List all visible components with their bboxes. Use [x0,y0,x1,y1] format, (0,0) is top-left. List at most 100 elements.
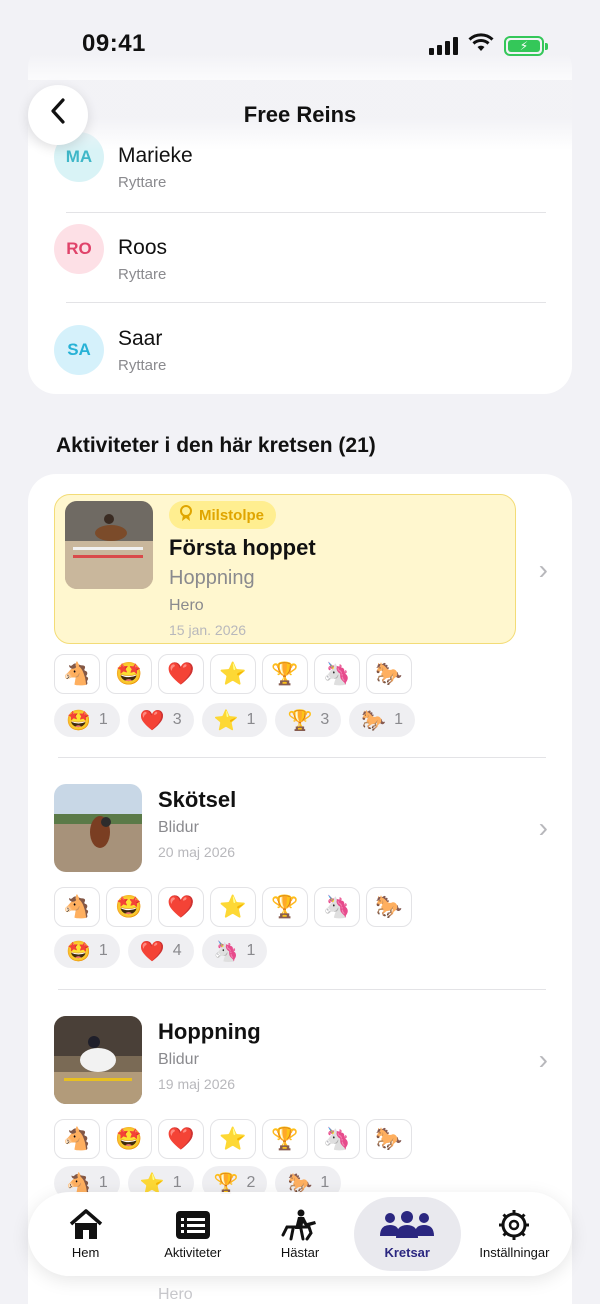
reaction-count: 1 [98,1174,108,1191]
reaction-picker: 🐴 🤩 ❤️ ⭐ 🏆 🦄 🐎 [54,887,412,927]
medal-icon [179,505,193,525]
gear-icon [497,1209,531,1241]
milestone-activity-card[interactable]: Milstolpe Första hoppet Hoppning Hero 15… [54,494,516,644]
page-title: Free Reins [243,102,357,127]
tab-bar: Hem Aktiviteter Hästar Kretsar Inställni… [28,1192,572,1276]
member-role: Ryttare [118,174,167,191]
reaction-button[interactable]: 🐎 [366,1119,412,1159]
reaction-emoji: 🏆 [287,709,313,732]
reaction-count: 1 [246,942,256,959]
reaction-count: 1 [394,711,404,728]
reaction-button[interactable]: ❤️ [158,654,204,694]
tab-activities[interactable]: Aktiviteter [139,1197,246,1271]
reaction-count: 1 [98,942,108,959]
reaction-button[interactable]: 🤩 [106,887,152,927]
avatar: SA [54,325,104,375]
reaction-count-pill[interactable]: 🦄 1 [201,934,268,968]
reaction-count: 1 [98,711,108,728]
reaction-count-pill[interactable]: 🐎 1 [349,703,416,737]
tab-label: Inställningar [479,1244,550,1260]
status-bar: 09:41 ⚡ [0,0,600,90]
reaction-emoji: 🐎 [361,709,387,732]
reaction-button[interactable]: 🤩 [106,1119,152,1159]
chevron-right-icon[interactable]: › [539,554,548,586]
reaction-count-pill[interactable]: ⭐ 1 [201,703,268,737]
member-name: Saar [118,327,163,350]
reaction-button[interactable]: 🏆 [262,887,308,927]
reaction-emoji: 🦄 [213,940,239,963]
divider [58,757,546,758]
reaction-count-pill[interactable]: ❤️ 4 [127,934,194,968]
cellular-signal-icon [429,36,458,55]
reaction-button[interactable]: ❤️ [158,1119,204,1159]
reaction-count: 3 [172,711,182,728]
horse-rider-icon [281,1209,319,1241]
reaction-count-pill[interactable]: 🏆 3 [275,703,342,737]
reaction-button[interactable]: 🐎 [366,887,412,927]
battery-icon: ⚡ [504,35,548,56]
reaction-button[interactable]: 🐴 [54,1119,100,1159]
reaction-button[interactable]: ⭐ [210,1119,256,1159]
tab-circles[interactable]: Kretsar [353,1197,461,1271]
member-role: Ryttare [118,266,167,283]
member-row[interactable]: RO Roos Ryttare [28,202,572,292]
reaction-picker: 🐴 🤩 ❤️ ⭐ 🏆 🦄 🐎 [54,654,412,694]
reaction-emoji: ⭐ [213,709,239,732]
reaction-button[interactable]: 🐎 [366,654,412,694]
tab-label: Hem [71,1244,100,1260]
member-name: Roos [118,236,168,259]
screen: MA Marieke Ryttare RO Roos Ryttare SA Sa… [0,0,600,1304]
reaction-emoji: ❤️ [139,709,165,732]
chevron-right-icon[interactable]: › [539,812,548,844]
tab-label: Kretsar [384,1244,430,1260]
reaction-button[interactable]: 🦄 [314,1119,360,1159]
activity-date: 20 maj 2026 [158,844,236,860]
tab-label: Hästar [280,1244,320,1260]
people-icon [378,1209,436,1241]
member-role: Ryttare [118,357,167,374]
reaction-button[interactable]: ❤️ [158,887,204,927]
reaction-button[interactable]: 🐴 [54,887,100,927]
reaction-counts: 🤩 1 ❤️ 4 🦄 1 [54,934,268,968]
activity-date: 19 maj 2026 [158,1076,236,1092]
reaction-emoji: ❤️ [139,940,165,963]
reaction-button[interactable]: 🦄 [314,654,360,694]
reaction-button[interactable]: ⭐ [210,887,256,927]
reaction-button[interactable]: ⭐ [210,654,256,694]
activity-photo [65,501,153,589]
activity-title: Hoppning [158,1019,261,1044]
navigation-bar: Free Reins [0,80,600,150]
chevron-right-icon[interactable]: › [539,1044,548,1076]
reaction-button[interactable]: 🐴 [54,654,100,694]
reaction-button[interactable]: 🏆 [262,1119,308,1159]
activity-title: Skötsel [158,787,237,812]
reaction-button[interactable]: 🏆 [262,654,308,694]
reaction-count: 4 [172,942,182,959]
reaction-emoji: 🤩 [66,940,91,963]
reaction-emoji: 🤩 [66,709,91,732]
activity-horse: Blidur [158,819,199,836]
wifi-icon [468,33,494,58]
divider [58,989,546,990]
milestone-badge-label: Milstolpe [199,506,265,524]
reaction-count-pill[interactable]: ❤️ 3 [127,703,194,737]
member-row[interactable]: SA Saar Ryttare [28,292,572,382]
reaction-count: 1 [246,711,256,728]
tab-home[interactable]: Hem [32,1197,139,1271]
reaction-count-pill[interactable]: 🤩 1 [54,934,120,968]
reaction-button[interactable]: 🤩 [106,654,152,694]
tab-horses[interactable]: Hästar [246,1197,353,1271]
status-time: 09:41 [82,30,146,57]
reaction-count-pill[interactable]: 🤩 1 [54,703,120,737]
milestone-badge: Milstolpe [169,501,277,529]
reaction-counts: 🤩 1 ❤️ 3 ⭐ 1 🏆 3 🐎 1 [54,703,416,737]
reaction-button[interactable]: 🦄 [314,887,360,927]
activity-title: Första hoppet [169,535,316,560]
tab-settings[interactable]: Inställningar [461,1197,568,1271]
activity-type: Hoppning [169,567,255,589]
activities-section-title: Aktiviteter i den här kretsen (21) [56,434,376,457]
avatar: RO [54,224,104,274]
reaction-count: 1 [172,1174,182,1191]
activity-photo [54,784,142,872]
reaction-picker: 🐴 🤩 ❤️ ⭐ 🏆 🦄 🐎 [54,1119,412,1159]
